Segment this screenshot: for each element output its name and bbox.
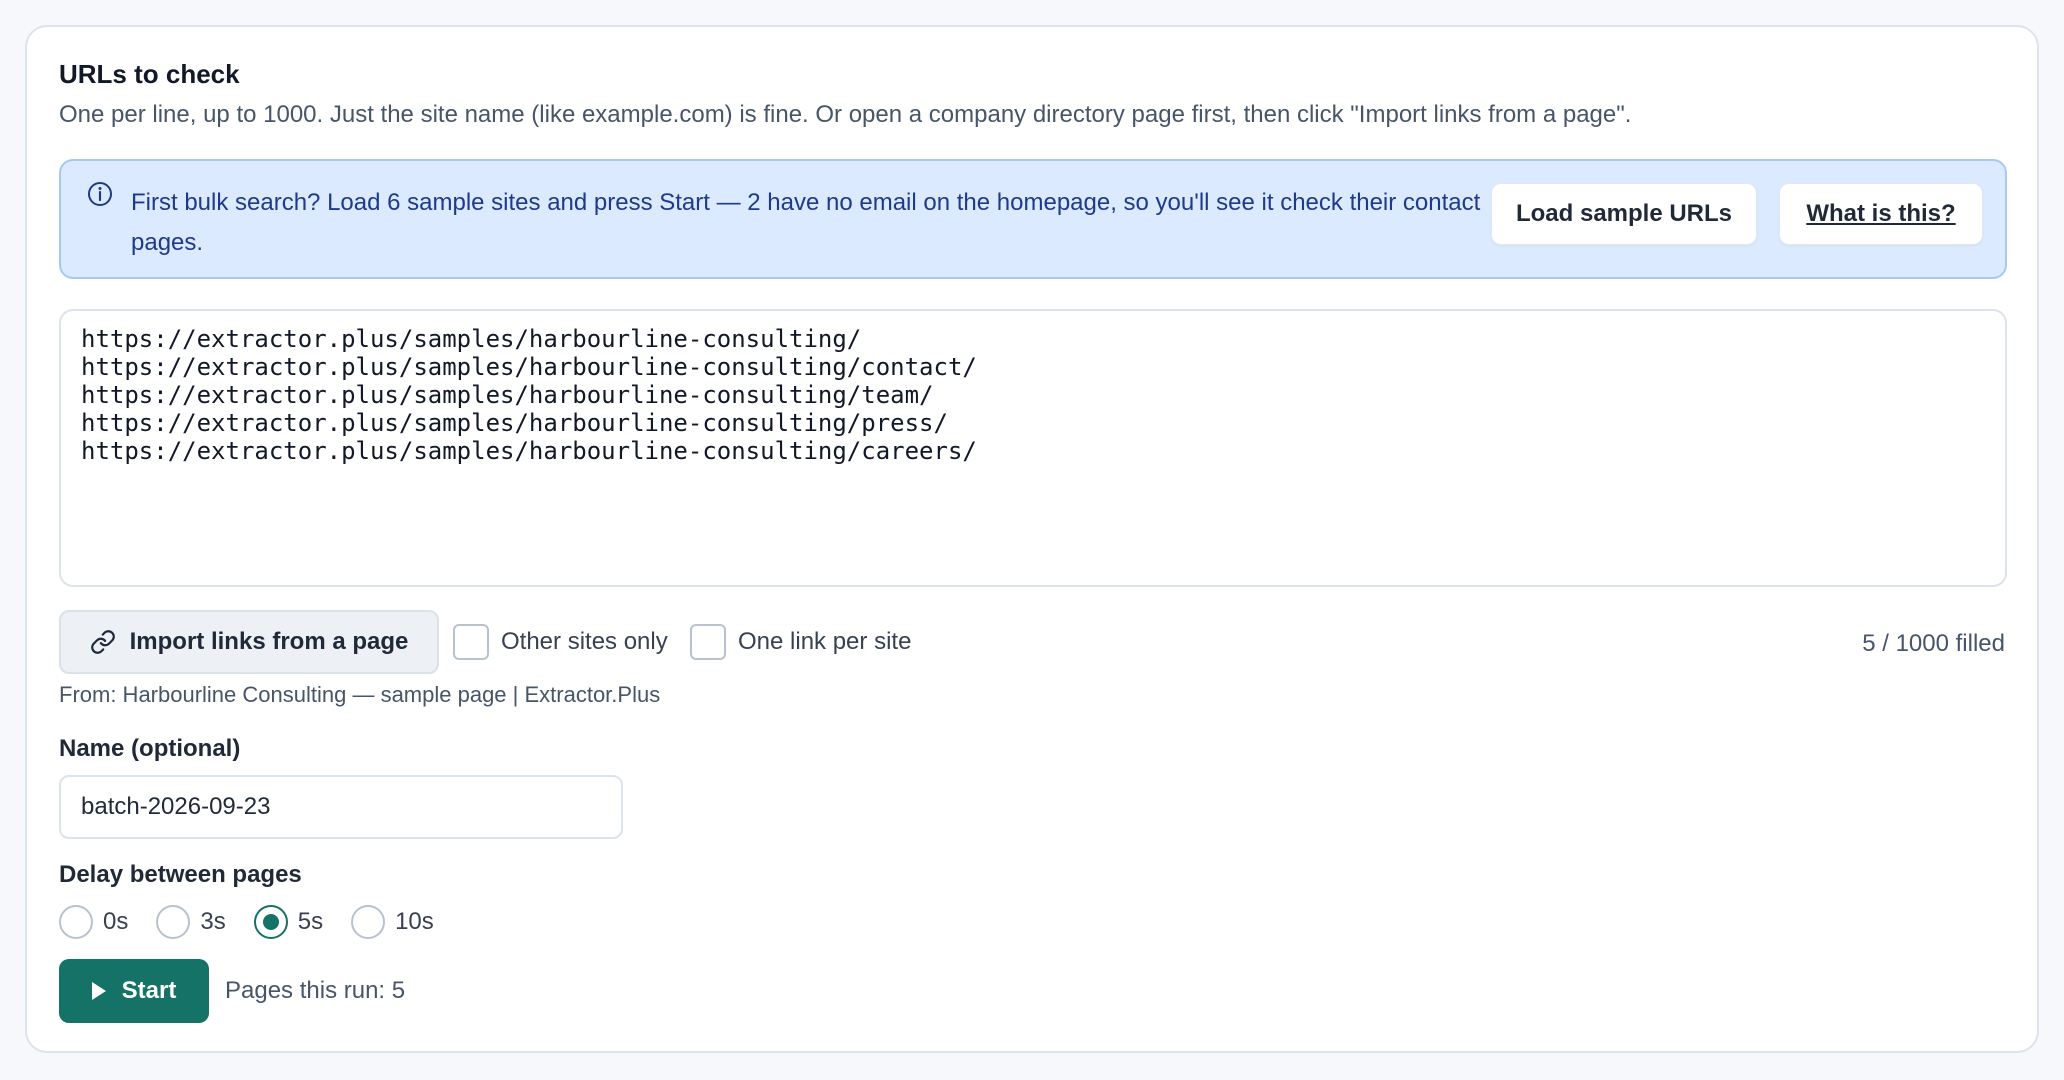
delay-label: Delay between pages — [59, 861, 302, 888]
urls-card: URLs to check One per line, up to 1000. … — [25, 25, 2039, 1053]
start-label: Start — [121, 977, 177, 1004]
info-banner: First bulk search? Load 6 sample sites a… — [59, 159, 2007, 279]
play-icon — [91, 982, 106, 1000]
start-button[interactable]: Start — [59, 959, 209, 1023]
radio-label: 10s — [395, 908, 434, 935]
other-sites-only-checkbox[interactable] — [453, 624, 489, 660]
info-text: First bulk search? Load 6 sample sites a… — [131, 189, 1481, 256]
radio-label: 5s — [297, 908, 324, 935]
info-icon — [87, 181, 113, 207]
one-link-per-site-label: One link per site — [738, 628, 912, 655]
name-input[interactable]: batch-2026-09-23 — [59, 775, 623, 839]
delay-option-10s[interactable]: 10s — [351, 905, 434, 939]
import-links-button[interactable]: Import links from a page — [59, 610, 439, 674]
radio-button[interactable] — [351, 905, 386, 939]
section-subtitle: One per line, up to 1000. Just the site … — [59, 101, 1632, 128]
link-icon — [90, 630, 115, 654]
radio-button[interactable] — [156, 905, 191, 939]
delay-option-3s[interactable]: 3s — [156, 905, 226, 939]
other-sites-only-label: Other sites only — [501, 628, 668, 655]
one-link-per-site-option[interactable]: One link per site — [690, 623, 911, 661]
name-label: Name (optional) — [59, 735, 241, 762]
urls-textarea[interactable]: https://extractor.plus/samples/harbourli… — [59, 309, 2007, 587]
radio-button[interactable] — [253, 905, 288, 939]
filled-counter: 5 / 1000 filled — [1862, 630, 2005, 657]
other-sites-only-option[interactable]: Other sites only — [453, 623, 668, 661]
radio-label: 3s — [200, 908, 226, 935]
section-title: URLs to check — [59, 59, 240, 89]
load-sample-urls-button[interactable]: Load sample URLs — [1491, 183, 1757, 245]
import-source: From: Harbourline Consulting — sample pa… — [59, 682, 661, 707]
radio-label: 0s — [103, 908, 129, 935]
delay-radio-group: 0s 3s 5s 10s — [59, 905, 462, 939]
what-is-this-button[interactable]: What is this? — [1779, 183, 1983, 245]
one-link-per-site-checkbox[interactable] — [690, 624, 726, 660]
radio-button[interactable] — [59, 905, 93, 939]
delay-option-5s[interactable]: 5s — [253, 905, 324, 939]
pages-this-run: Pages this run: 5 — [225, 977, 406, 1004]
import-links-label: Import links from a page — [129, 628, 409, 655]
delay-option-0s[interactable]: 0s — [59, 905, 128, 939]
